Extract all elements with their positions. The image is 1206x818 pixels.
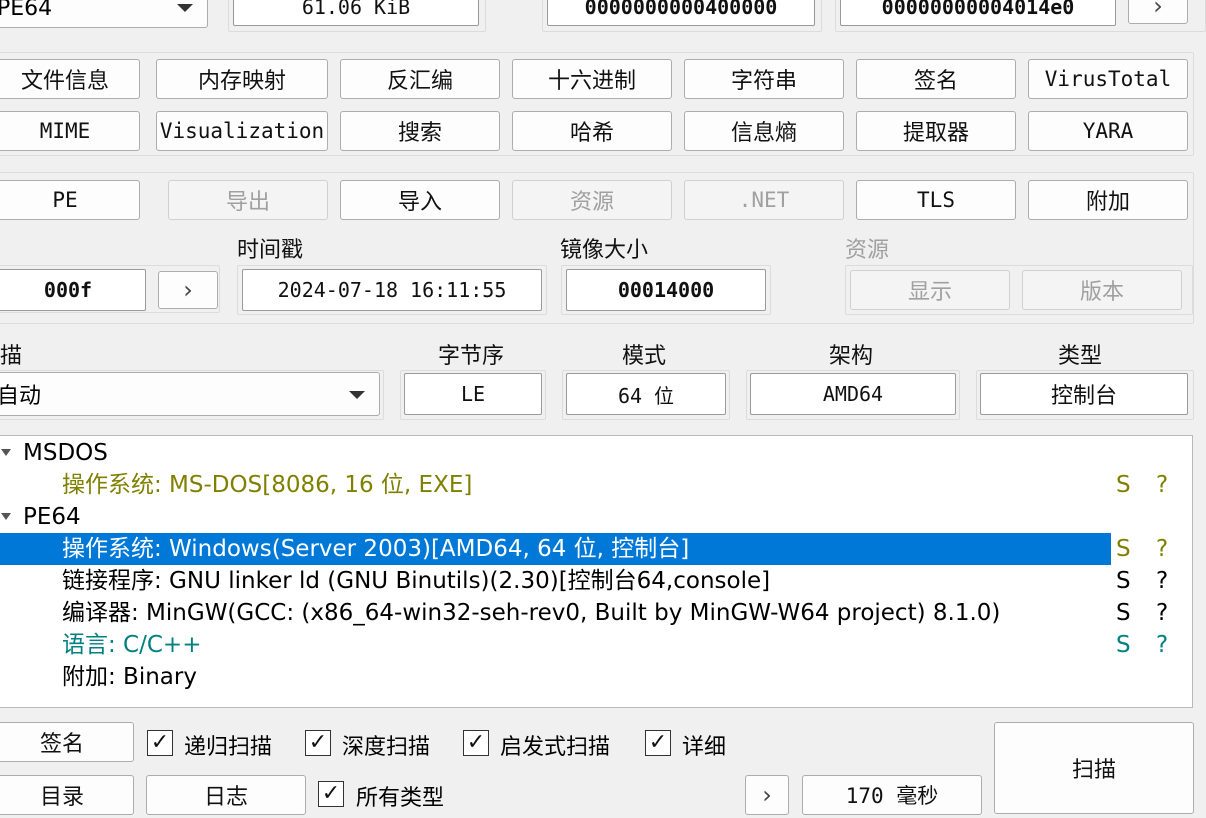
elapsed-time-display: 170 毫秒 bbox=[802, 775, 982, 815]
tree-item-pe64-language[interactable]: 语言: C/C++ S ? bbox=[0, 629, 1192, 661]
version-button[interactable]: 版本 bbox=[1022, 270, 1182, 310]
expand-icon bbox=[1, 513, 11, 520]
heuristic-checkbox[interactable]: ✓ bbox=[463, 730, 489, 756]
heuristic-label: 启发式扫描 bbox=[500, 735, 611, 760]
info-link[interactable]: ? bbox=[1156, 469, 1168, 501]
arch-field: AMD64 bbox=[750, 373, 956, 415]
item-label: 链接程序: GNU linker ld (GNU Binutils)(2.30)… bbox=[62, 568, 771, 594]
info-link[interactable]: ? bbox=[1156, 533, 1168, 565]
timestamp-label: 时间戳 bbox=[237, 238, 304, 263]
info-link[interactable]: ? bbox=[1156, 565, 1168, 597]
chevron-down-icon bbox=[177, 4, 193, 12]
scan-mode-value: 自动 bbox=[0, 384, 42, 409]
strings-button[interactable]: 字符串 bbox=[684, 59, 844, 99]
entry-next-button[interactable]: › bbox=[1128, 0, 1188, 24]
item-label: 操作系统: MS-DOS[8086, 16 位, EXE] bbox=[62, 472, 473, 498]
results-tree[interactable]: MSDOS 操作系统: MS-DOS[8086, 16 位, EXE] S ? … bbox=[0, 435, 1193, 708]
signature-link[interactable]: S bbox=[1116, 629, 1131, 661]
file-size-field: 61.06 KiB bbox=[233, 0, 479, 26]
partial-next-button[interactable]: › bbox=[158, 271, 218, 309]
type-label: 类型 bbox=[1058, 344, 1103, 369]
virustotal-button[interactable]: VirusTotal bbox=[1028, 59, 1188, 99]
info-link[interactable]: ? bbox=[1156, 629, 1168, 661]
pe-button[interactable]: PE bbox=[0, 180, 140, 220]
tree-item-pe64-overlay[interactable]: 附加: Binary bbox=[0, 661, 1192, 693]
group-label: PE64 bbox=[23, 504, 81, 530]
chevron-down-icon bbox=[349, 391, 365, 399]
dotnet-button[interactable]: .NET bbox=[684, 180, 844, 220]
file-type-value: PE64 bbox=[0, 0, 53, 21]
info-link[interactable]: ? bbox=[1156, 597, 1168, 629]
tree-item-msdos-os[interactable]: 操作系统: MS-DOS[8086, 16 位, EXE] S ? bbox=[0, 469, 1192, 501]
signature-link[interactable]: S bbox=[1116, 597, 1131, 629]
yara-button[interactable]: YARA bbox=[1028, 111, 1188, 151]
timestamp-field: 2024-07-18 16:11:55 bbox=[242, 269, 542, 311]
verbose-label: 详细 bbox=[682, 735, 727, 760]
scan-label: 描 bbox=[0, 344, 23, 369]
chevron-right-icon: › bbox=[183, 276, 193, 304]
group-label: MSDOS bbox=[23, 440, 108, 466]
recursive-label: 递归扫描 bbox=[184, 735, 273, 760]
hex-button[interactable]: 十六进制 bbox=[512, 59, 672, 99]
type-field: 控制台 bbox=[980, 373, 1188, 415]
mime-button[interactable]: MIME bbox=[0, 111, 140, 151]
file-type-combo[interactable]: PE64 bbox=[0, 0, 208, 28]
image-size-field: 00014000 bbox=[566, 269, 766, 311]
image-size-label: 镜像大小 bbox=[560, 238, 649, 263]
search-button[interactable]: 搜索 bbox=[340, 111, 500, 151]
memory-map-button[interactable]: 内存映射 bbox=[156, 59, 328, 99]
item-label: 编译器: MinGW(GCC: (x86_64-win32-seh-rev0, … bbox=[62, 600, 1001, 626]
resources-button[interactable]: 资源 bbox=[512, 180, 672, 220]
exports-button[interactable]: 导出 bbox=[168, 180, 328, 220]
signatures-button[interactable]: 签名 bbox=[0, 722, 134, 762]
all-types-checkbox[interactable]: ✓ bbox=[318, 781, 344, 807]
signature-link[interactable]: S bbox=[1116, 533, 1131, 565]
hash-button[interactable]: 哈希 bbox=[512, 111, 672, 151]
tls-button[interactable]: TLS bbox=[856, 180, 1016, 220]
deep-checkbox[interactable]: ✓ bbox=[305, 730, 331, 756]
deep-label: 深度扫描 bbox=[342, 735, 431, 760]
log-button[interactable]: 日志 bbox=[146, 775, 306, 815]
tree-item-pe64-linker[interactable]: 链接程序: GNU linker ld (GNU Binutils)(2.30)… bbox=[0, 565, 1192, 597]
entropy-button[interactable]: 信息熵 bbox=[684, 111, 844, 151]
imports-button[interactable]: 导入 bbox=[340, 180, 500, 220]
mode-label: 模式 bbox=[622, 344, 667, 369]
entry-hex-field: 000f bbox=[0, 269, 146, 311]
signature-link[interactable]: S bbox=[1116, 565, 1131, 597]
chevron-right-icon: › bbox=[762, 781, 772, 809]
directory-button[interactable]: 目录 bbox=[0, 775, 134, 815]
tree-group-msdos[interactable]: MSDOS bbox=[0, 437, 1192, 469]
all-types-label: 所有类型 bbox=[356, 786, 445, 811]
elapsed-next-button[interactable]: › bbox=[745, 775, 789, 815]
expand-icon bbox=[1, 449, 11, 456]
scan-mode-combo[interactable]: 自动 bbox=[0, 372, 380, 416]
arch-label: 架构 bbox=[829, 344, 874, 369]
tree-item-pe64-compiler[interactable]: 编译器: MinGW(GCC: (x86_64-win32-seh-rev0, … bbox=[0, 597, 1192, 629]
signature-link[interactable]: S bbox=[1116, 469, 1131, 501]
endian-field: LE bbox=[404, 373, 542, 415]
scan-button[interactable]: 扫描 bbox=[994, 722, 1194, 814]
overlay-button[interactable]: 附加 bbox=[1028, 180, 1188, 220]
endian-label: 字节序 bbox=[438, 344, 505, 369]
tree-item-pe64-os[interactable]: 操作系统: Windows(Server 2003)[AMD64, 64 位, … bbox=[0, 533, 1192, 565]
verbose-checkbox[interactable]: ✓ bbox=[645, 730, 671, 756]
file-info-button[interactable]: 文件信息 bbox=[0, 59, 140, 99]
mode-field: 64 位 bbox=[566, 373, 726, 415]
item-label: 语言: C/C++ bbox=[62, 632, 202, 658]
chevron-right-icon: › bbox=[1153, 0, 1163, 20]
base-address-field: 0000000000400000 bbox=[547, 0, 815, 26]
visualization-button[interactable]: Visualization bbox=[156, 111, 328, 151]
signature-button[interactable]: 签名 bbox=[856, 59, 1016, 99]
entry-point-field: 00000000004014e0 bbox=[840, 0, 1116, 26]
item-label: 操作系统: Windows(Server 2003)[AMD64, 64 位, … bbox=[62, 536, 690, 562]
resources-label: 资源 bbox=[845, 238, 890, 263]
item-label: 附加: Binary bbox=[62, 664, 197, 690]
show-button[interactable]: 显示 bbox=[850, 270, 1010, 310]
tree-group-pe64[interactable]: PE64 bbox=[0, 501, 1192, 533]
disasm-button[interactable]: 反汇编 bbox=[340, 59, 500, 99]
extractor-button[interactable]: 提取器 bbox=[856, 111, 1016, 151]
recursive-checkbox[interactable]: ✓ bbox=[147, 730, 173, 756]
